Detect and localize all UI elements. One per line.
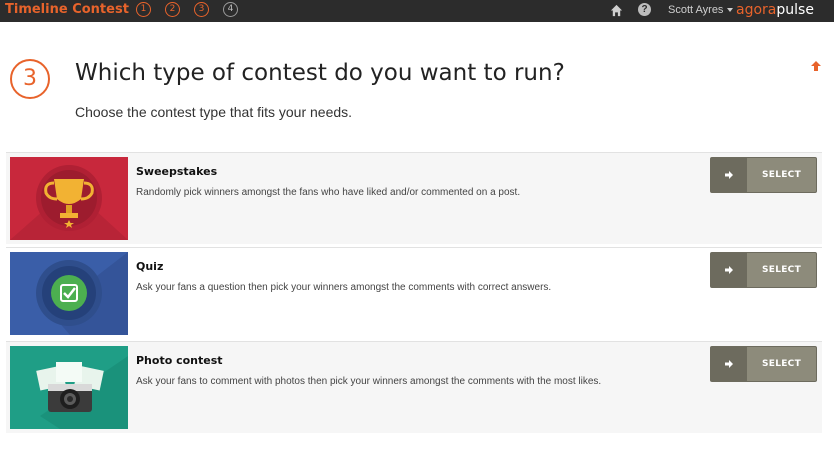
step-1[interactable]: 1 — [136, 2, 151, 17]
step-3-current[interactable]: 3 — [194, 2, 209, 17]
user-name: Scott Ayres — [668, 4, 724, 16]
select-button-label: SELECT — [761, 265, 802, 275]
trophy-icon — [10, 157, 128, 240]
agorapulse-logo: agorapulse — [736, 2, 814, 18]
contest-title: Quiz — [136, 260, 164, 273]
contest-title: Photo contest — [136, 354, 223, 367]
contest-description: Ask your fans to comment with photos the… — [136, 376, 602, 387]
contest-title: Sweepstakes — [136, 165, 218, 178]
arrow-right-icon — [725, 360, 733, 368]
select-button-label: SELECT — [761, 170, 802, 180]
app-title[interactable]: Timeline Contest — [5, 2, 129, 17]
help-icon[interactable]: ? — [638, 3, 651, 16]
step-indicator: 1 2 3 4 — [136, 2, 238, 17]
top-navbar: Timeline Contest 1 2 3 4 ? Scott Ayres a… — [0, 0, 834, 22]
current-step-badge: 3 — [10, 59, 50, 99]
scroll-top-arrow-icon[interactable] — [810, 60, 822, 72]
select-sweepstakes-button[interactable]: SELECT — [710, 157, 817, 193]
select-quiz-button[interactable]: SELECT — [710, 252, 817, 288]
step-2[interactable]: 2 — [165, 2, 180, 17]
contest-option-photo: Photo contest Ask your fans to comment w… — [6, 341, 822, 433]
page-title: Which type of contest do you want to run… — [75, 60, 565, 86]
contest-description: Ask your fans a question then pick your … — [136, 282, 552, 293]
contest-option-quiz: Quiz Ask your fans a question then pick … — [6, 247, 822, 339]
select-photo-contest-button[interactable]: SELECT — [710, 346, 817, 382]
select-button-label: SELECT — [761, 359, 802, 369]
arrow-right-icon — [725, 266, 733, 274]
page-subtitle: Choose the contest type that fits your n… — [75, 104, 353, 120]
checkmark-badge-icon — [10, 252, 128, 335]
step-4[interactable]: 4 — [223, 2, 238, 17]
camera-icon — [10, 346, 128, 429]
caret-down-icon — [727, 8, 734, 13]
contest-option-sweepstakes: Sweepstakes Randomly pick winners amongs… — [6, 152, 822, 244]
arrow-right-icon — [725, 171, 733, 179]
user-menu[interactable]: Scott Ayres — [668, 4, 734, 16]
contest-description: Randomly pick winners amongst the fans w… — [136, 187, 521, 198]
home-icon[interactable] — [610, 4, 623, 17]
